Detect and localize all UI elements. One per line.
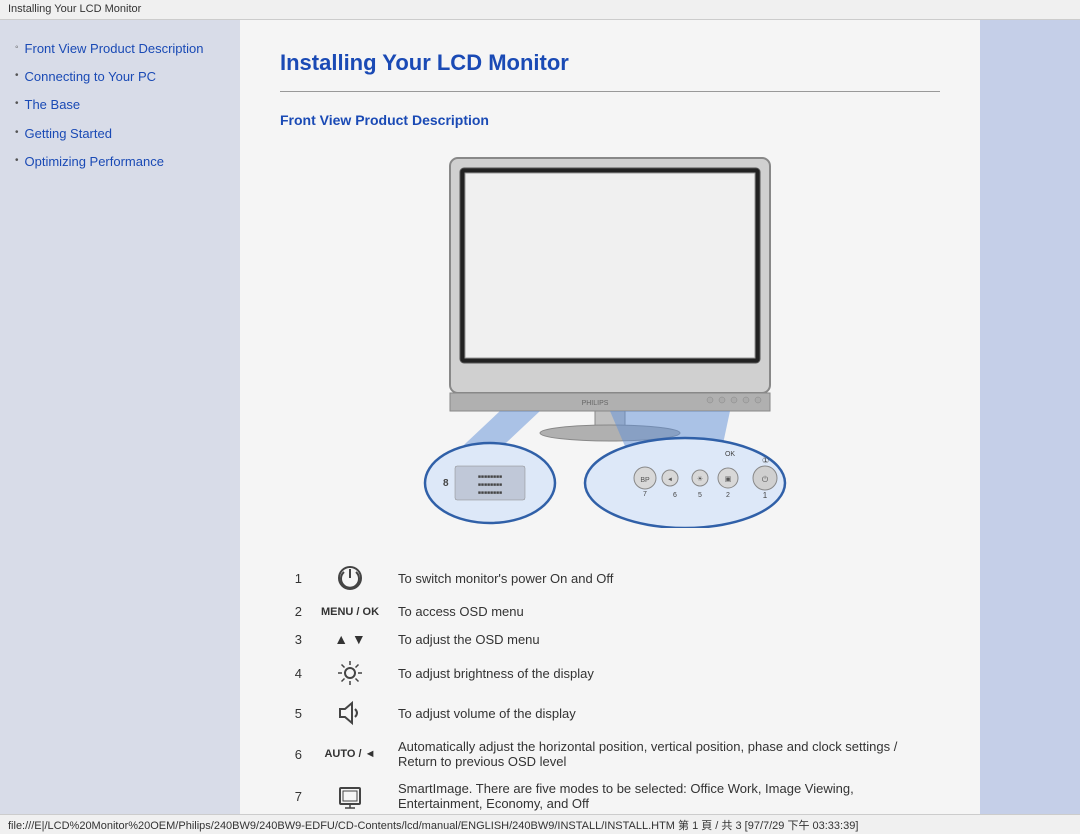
svg-text:PHILIPS: PHILIPS xyxy=(582,400,609,407)
control-row-5: 5 To adjust volume of the display xyxy=(280,693,940,733)
control-number-7: 7 xyxy=(280,775,310,814)
svg-text:1: 1 xyxy=(763,491,768,500)
bullet-the-base: • xyxy=(15,98,19,109)
monitor-illustration: PHILIPS ■■■■■■■■ xyxy=(280,148,940,528)
control-row-1: 1 To switch monitor's power On and Off xyxy=(280,558,940,598)
control-icon-7 xyxy=(310,775,390,814)
controls-table: 1 To switch monitor's power On and Off xyxy=(280,558,940,814)
divider xyxy=(280,91,940,92)
monitor-svg: PHILIPS ■■■■■■■■ xyxy=(410,148,810,528)
auto-icon: AUTO / ◄ xyxy=(318,748,382,760)
power-icon xyxy=(336,564,364,592)
control-desc-7: SmartImage. There are five modes to be s… xyxy=(390,775,940,814)
control-icon-2: MENU / OK xyxy=(310,598,390,625)
main-layout: ◦ Front View Product Description • Conne… xyxy=(0,20,1080,814)
sidebar-link-optimizing[interactable]: Optimizing Performance xyxy=(25,153,164,171)
control-icon-5 xyxy=(310,693,390,733)
title-bar-text: Installing Your LCD Monitor xyxy=(8,3,141,15)
control-row-3: 3 ▲ ▼ To adjust the OSD menu xyxy=(280,625,940,653)
control-icon-4 xyxy=(310,653,390,693)
svg-text:6: 6 xyxy=(673,492,677,499)
svg-text:■■■■■■■■: ■■■■■■■■ xyxy=(478,482,502,488)
menu-ok-text: MENU / OK xyxy=(318,606,382,618)
control-desc-1: To switch monitor's power On and Off xyxy=(390,558,940,598)
control-number-1: 1 xyxy=(280,558,310,598)
status-bar-text: file:///E|/LCD%20Monitor%20OEM/Philips/2… xyxy=(8,820,858,832)
svg-text:8: 8 xyxy=(443,478,449,489)
nav-list: ◦ Front View Product Description • Conne… xyxy=(15,40,225,171)
svg-text:⏻: ⏻ xyxy=(762,475,769,484)
bullet-optimizing: • xyxy=(15,155,19,166)
svg-text:2: 2 xyxy=(726,492,730,499)
sidebar-item-getting-started[interactable]: • Getting Started xyxy=(15,125,225,143)
center-content: Installing Your LCD Monitor Front View P… xyxy=(240,20,980,814)
control-desc-2: To access OSD menu xyxy=(390,598,940,625)
control-row-2: 2 MENU / OK To access OSD menu xyxy=(280,598,940,625)
sidebar-link-the-base[interactable]: The Base xyxy=(25,96,81,114)
volume-icon xyxy=(336,699,364,727)
svg-text:■■■■■■■■: ■■■■■■■■ xyxy=(478,490,502,496)
svg-text:①: ① xyxy=(762,456,769,465)
page-title: Installing Your LCD Monitor xyxy=(280,50,940,76)
svg-text:7: 7 xyxy=(643,491,647,498)
control-number-3: 3 xyxy=(280,625,310,653)
sidebar-item-the-base[interactable]: • The Base xyxy=(15,96,225,114)
sidebar-item-front-view[interactable]: ◦ Front View Product Description xyxy=(15,40,225,58)
control-icon-3: ▲ ▼ xyxy=(310,625,390,653)
svg-text:5: 5 xyxy=(698,492,702,499)
control-row-4: 4 xyxy=(280,653,940,693)
sidebar: ◦ Front View Product Description • Conne… xyxy=(0,20,240,814)
bullet-connecting: • xyxy=(15,70,19,81)
brightness-icon xyxy=(336,659,364,687)
sidebar-link-connecting[interactable]: Connecting to Your PC xyxy=(25,68,157,86)
control-icon-6: AUTO / ◄ xyxy=(310,733,390,775)
control-number-4: 4 xyxy=(280,653,310,693)
control-number-2: 2 xyxy=(280,598,310,625)
svg-text:OK: OK xyxy=(725,451,735,458)
svg-text:BP: BP xyxy=(640,477,650,484)
control-desc-4: To adjust brightness of the display xyxy=(390,653,940,693)
control-icon-1 xyxy=(310,558,390,598)
sidebar-link-front-view[interactable]: Front View Product Description xyxy=(25,40,204,58)
control-number-5: 5 xyxy=(280,693,310,733)
svg-text:☀: ☀ xyxy=(697,475,703,483)
control-desc-3: To adjust the OSD menu xyxy=(390,625,940,653)
control-desc-6: Automatically adjust the horizontal posi… xyxy=(390,733,940,775)
section-title: Front View Product Description xyxy=(280,112,940,128)
sidebar-item-optimizing[interactable]: • Optimizing Performance xyxy=(15,153,225,171)
control-row-7: 7 SmartImage. There are five modes to be… xyxy=(280,775,940,814)
sidebar-item-connecting[interactable]: • Connecting to Your PC xyxy=(15,68,225,86)
sidebar-link-getting-started[interactable]: Getting Started xyxy=(25,125,112,143)
svg-text:◄: ◄ xyxy=(667,477,673,483)
status-bar: file:///E|/LCD%20Monitor%20OEM/Philips/2… xyxy=(0,814,1080,834)
control-number-6: 6 xyxy=(280,733,310,775)
title-bar: Installing Your LCD Monitor xyxy=(0,0,1080,20)
right-panel xyxy=(980,20,1080,814)
control-row-6: 6 AUTO / ◄ Automatically adjust the hori… xyxy=(280,733,940,775)
arrows-icon: ▲ ▼ xyxy=(318,631,382,647)
svg-text:■■■■■■■■: ■■■■■■■■ xyxy=(478,474,502,480)
smartimage-icon xyxy=(336,782,364,810)
bullet-front-view: ◦ xyxy=(15,42,19,53)
svg-text:▣: ▣ xyxy=(725,476,732,483)
bullet-getting-started: • xyxy=(15,127,19,138)
control-desc-5: To adjust volume of the display xyxy=(390,693,940,733)
